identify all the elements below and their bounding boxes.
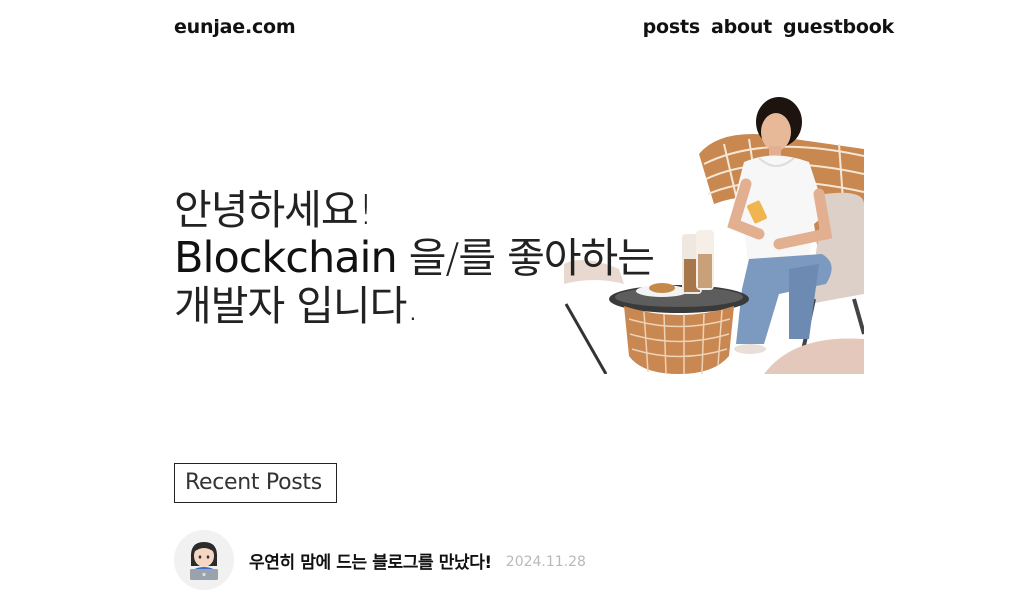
post-date: 2024.11.28 xyxy=(505,554,586,570)
woman-technologist-icon xyxy=(190,542,218,580)
site-logo-link[interactable]: eunjae.com xyxy=(174,16,296,38)
hero-line-2: Blockchain 을/를 좋아하는 xyxy=(174,233,655,283)
nav-link-posts[interactable]: posts xyxy=(643,16,701,38)
post-title[interactable]: 우연히 맘에 드는 블로그를 만났다! xyxy=(249,548,492,573)
hero-line-3: 개발자 입니다. xyxy=(174,282,419,330)
recent-posts-heading: Recent Posts xyxy=(174,463,337,503)
hero-accent-word: Blockchain xyxy=(174,233,398,283)
post-list-item[interactable]: 우연히 맘에 드는 블로그를 만났다! 2024.11.28 xyxy=(174,530,586,590)
nav-link-guestbook[interactable]: guestbook xyxy=(783,16,894,38)
site-header: eunjae.com posts about guestbook xyxy=(174,16,894,44)
main-nav: posts about guestbook xyxy=(643,16,895,38)
nav-link-about[interactable]: about xyxy=(711,16,772,38)
post-avatar xyxy=(174,530,234,590)
hero-line-2-rest: 을/를 좋아하는 xyxy=(396,234,655,282)
hero-heading: 안녕하세요! Blockchain 을/를 좋아하는 개발자 입니다. xyxy=(174,186,655,330)
hero-line-1: 안녕하세요! xyxy=(174,186,374,234)
